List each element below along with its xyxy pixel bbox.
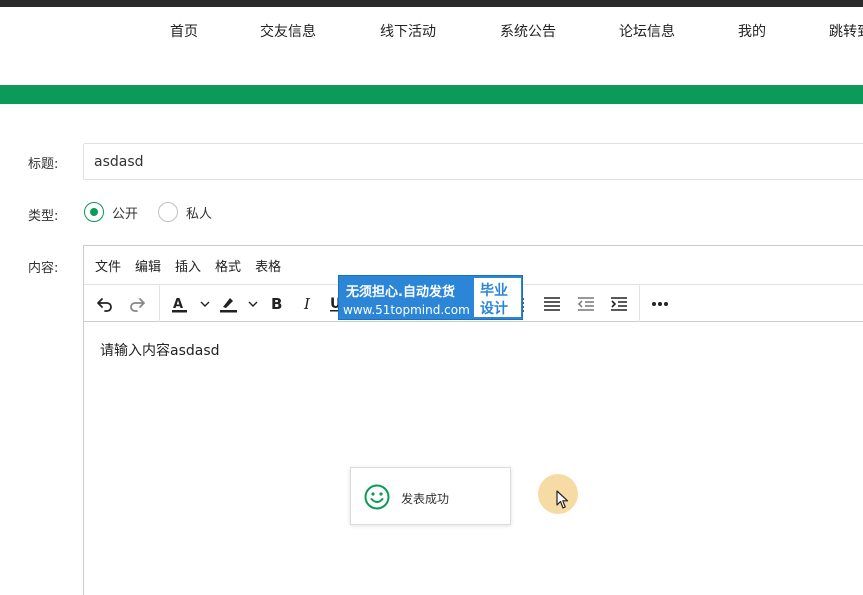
undo-icon — [97, 297, 112, 312]
font-color-icon: A — [172, 297, 210, 312]
highlight-button[interactable] — [216, 285, 260, 322]
watermark-banner: 无须担心.自动发货 www.51topmind.com 毕业 设计 — [338, 275, 523, 320]
more-button[interactable] — [647, 285, 673, 322]
main-nav: 首页 交友信息 线下活动 系统公告 论坛信息 我的 跳转到 — [0, 7, 863, 85]
redo-button[interactable] — [124, 285, 150, 322]
indent-icon — [611, 296, 627, 311]
outdent-icon — [577, 296, 594, 311]
watermark-badge-line-2: 设计 — [480, 301, 508, 317]
menu-edit[interactable]: 编辑 — [135, 256, 161, 275]
toast-message: 发表成功 — [401, 492, 450, 506]
toolbar-separator — [159, 285, 160, 322]
top-dark-strip — [0, 0, 863, 7]
highlight-icon — [220, 297, 258, 312]
type-radio-private[interactable]: 私人 — [158, 202, 212, 222]
svg-text:I: I — [303, 295, 311, 313]
watermark-badge-line-1: 毕业 — [480, 283, 508, 299]
title-input[interactable] — [83, 143, 863, 180]
brand-bar — [0, 85, 863, 104]
menu-insert[interactable]: 插入 — [175, 256, 201, 275]
nav-forum[interactable]: 论坛信息 — [619, 21, 675, 41]
content-label: 内容: — [28, 261, 59, 276]
type-label: 类型: — [28, 209, 59, 224]
type-radio-public-label: 公开 — [112, 206, 139, 222]
type-radio-private-label: 私人 — [186, 206, 213, 222]
radio-checked-icon — [84, 202, 104, 222]
bold-icon: B — [271, 295, 282, 313]
nav-home[interactable]: 首页 — [170, 21, 198, 41]
nav-mine[interactable]: 我的 — [738, 21, 766, 41]
nav-friends[interactable]: 交友信息 — [260, 21, 316, 41]
align-full-icon — [544, 296, 560, 311]
toolbar-separator — [639, 285, 640, 322]
menu-table[interactable]: 表格 — [255, 256, 281, 275]
font-color-button[interactable]: A — [168, 285, 212, 322]
title-label: 标题: — [28, 157, 59, 172]
nav-offline-events[interactable]: 线下活动 — [380, 21, 436, 41]
watermark-url: www.51topmind.com — [343, 303, 470, 317]
watermark-line-1: 无须担心.自动发货 — [346, 285, 455, 300]
outdent-button[interactable] — [574, 285, 598, 322]
type-radio-public[interactable]: 公开 — [84, 202, 138, 222]
radio-unchecked-icon — [158, 202, 179, 222]
menu-file[interactable]: 文件 — [95, 256, 121, 275]
nav-announcements[interactable]: 系统公告 — [500, 21, 556, 41]
indent-button[interactable] — [607, 285, 631, 322]
svg-text:B: B — [271, 295, 282, 313]
more-icon — [652, 301, 668, 306]
align-full-button[interactable] — [540, 285, 564, 322]
success-toast: 发表成功 — [350, 467, 511, 525]
editor-content[interactable]: 请输入内容asdasd — [100, 340, 220, 360]
watermark-badge: 毕业 设计 — [473, 277, 522, 318]
svg-text:A: A — [173, 297, 183, 312]
italic-button[interactable]: I — [296, 285, 320, 322]
mouse-cursor-icon — [556, 490, 569, 509]
redo-icon — [130, 297, 145, 312]
menu-format[interactable]: 格式 — [215, 256, 241, 275]
smile-icon — [364, 484, 390, 510]
nav-jump[interactable]: 跳转到 — [829, 21, 863, 41]
undo-button[interactable] — [92, 285, 118, 322]
bold-button[interactable]: B — [264, 285, 288, 322]
italic-icon: I — [303, 295, 311, 313]
type-radio-group: 公开 私人 — [84, 202, 232, 222]
